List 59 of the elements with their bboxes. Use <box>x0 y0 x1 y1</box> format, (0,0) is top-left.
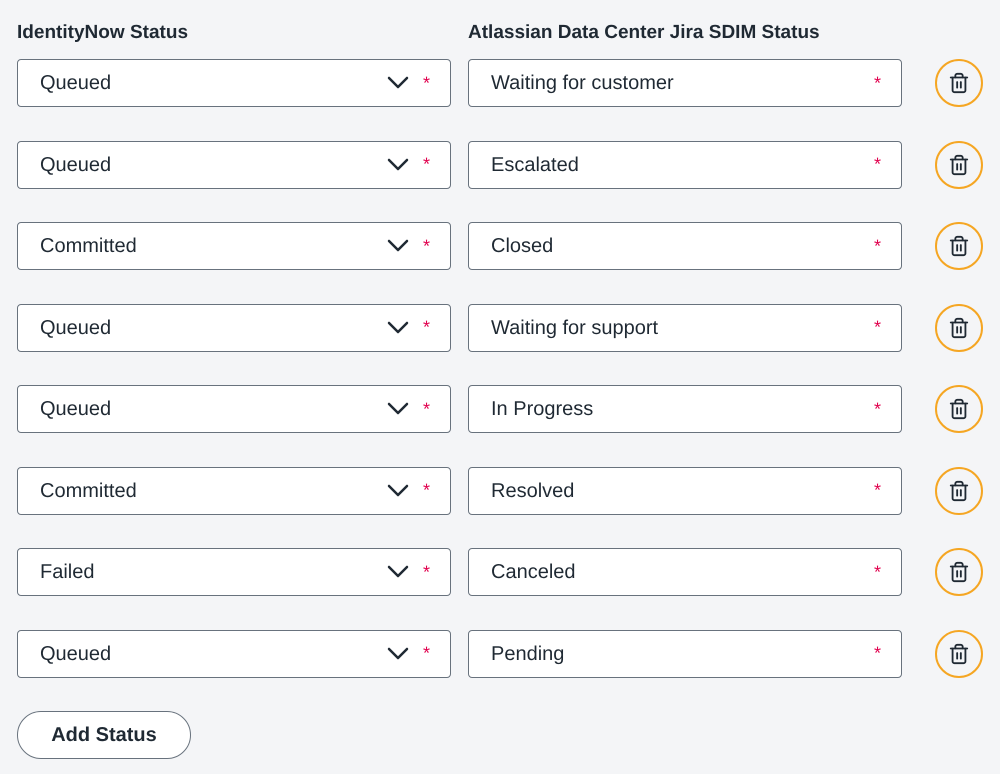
chevron-down-icon <box>386 76 409 90</box>
delete-button[interactable] <box>935 222 983 270</box>
status-dropdown[interactable]: Queued * <box>17 630 451 678</box>
delete-button[interactable] <box>935 385 983 433</box>
chevron-down-icon <box>386 320 409 334</box>
trash-icon <box>948 561 970 583</box>
add-status-button[interactable]: Add Status <box>17 710 191 758</box>
required-mark: * <box>874 316 881 339</box>
column-header: Atlassian Data Center Jira SDIM Status <box>468 20 821 45</box>
required-mark: * <box>422 72 430 94</box>
status-input-field[interactable]: Waiting for customer * <box>468 59 902 107</box>
chevron-down-icon <box>386 239 409 253</box>
required-mark: * <box>422 316 430 339</box>
status-dropdown[interactable]: Queued * <box>17 59 451 107</box>
trash-icon <box>948 72 970 94</box>
trash-icon <box>948 154 970 176</box>
trash-icon <box>948 398 970 420</box>
required-mark: * <box>422 398 430 420</box>
status-dropdown[interactable]: Committed * <box>17 222 451 270</box>
trash-icon <box>948 316 970 338</box>
required-mark: * <box>874 398 881 420</box>
required-mark: * <box>874 153 881 176</box>
chevron-down-icon <box>386 402 409 416</box>
chevron-down-icon <box>386 158 409 172</box>
status-dropdown[interactable]: Committed * <box>17 466 451 514</box>
chevron-down-icon <box>386 484 409 498</box>
required-mark: * <box>422 479 430 502</box>
status-input-field[interactable]: Canceled * <box>468 548 902 596</box>
chevron-down-icon <box>386 565 409 579</box>
status-input-field[interactable]: Waiting for support * <box>468 304 902 352</box>
required-mark: * <box>874 72 881 94</box>
status-input-field[interactable]: Escalated * <box>468 140 902 188</box>
status-input-field[interactable]: In Progress * <box>468 385 902 433</box>
status-input-field[interactable]: Pending * <box>468 630 902 678</box>
required-mark: * <box>874 642 881 665</box>
required-mark: * <box>422 560 430 584</box>
chevron-down-icon <box>386 646 409 660</box>
status-dropdown[interactable]: Queued * <box>17 140 451 188</box>
status-dropdown[interactable]: Queued * <box>17 385 451 433</box>
status-input-field[interactable]: Closed * <box>468 222 902 270</box>
status-dropdown[interactable]: Failed * <box>17 548 451 596</box>
delete-button[interactable] <box>935 548 983 596</box>
required-mark: * <box>422 234 430 258</box>
status-input-field[interactable]: Resolved * <box>468 466 902 514</box>
status-dropdown[interactable]: Queued * <box>17 304 451 352</box>
required-mark: * <box>874 479 881 502</box>
delete-button[interactable] <box>935 630 983 678</box>
column-header: IdentityNow Status <box>17 20 190 45</box>
required-mark: * <box>874 560 881 584</box>
delete-button[interactable] <box>935 59 983 107</box>
required-mark: * <box>874 234 881 258</box>
delete-button[interactable] <box>935 304 983 352</box>
delete-button[interactable] <box>935 466 983 514</box>
trash-icon <box>948 480 970 502</box>
trash-icon <box>948 235 970 257</box>
trash-icon <box>948 642 970 664</box>
required-mark: * <box>422 642 430 665</box>
delete-button[interactable] <box>935 140 983 188</box>
required-mark: * <box>422 153 430 176</box>
